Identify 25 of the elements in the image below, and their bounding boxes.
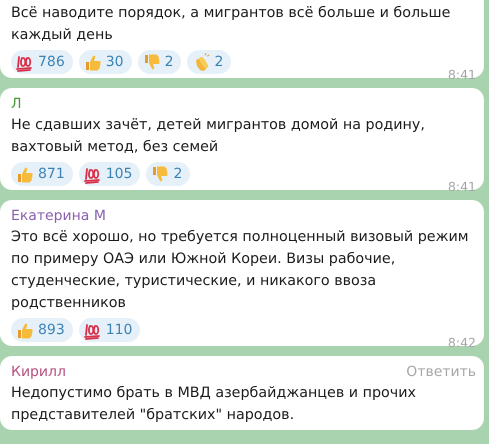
- thumbs-down-icon: [142, 52, 161, 72]
- reaction-button[interactable]: 105: [78, 162, 140, 186]
- reaction-button[interactable]: 2: [146, 162, 190, 186]
- reply-link[interactable]: Ответить: [406, 364, 476, 380]
- thumbs-up-icon: [16, 320, 34, 340]
- message-text: Это всё хорошо, но требуется полноценный визовый режим по примеру ОАЭ или Южной Кореи. Визы рабочие, студенческие, туристические, и никакого ввоза родственников: [11, 228, 470, 313]
- reaction-button[interactable]: 871: [11, 162, 73, 186]
- message-text: Недопустимо брать в МВД азербайджанцев и прочих представителей "братских" народов.: [11, 384, 418, 425]
- reaction-button[interactable]: 30: [78, 50, 132, 74]
- thumbs-down-icon: [151, 164, 170, 184]
- reaction-button[interactable]: 2: [138, 50, 182, 74]
- reaction-button[interactable]: 786: [11, 50, 73, 74]
- thumbs-up-icon: [16, 164, 34, 184]
- author-name: Кирилл: [11, 364, 66, 380]
- message-time: 8:41: [448, 67, 476, 82]
- message-time: 8:41: [448, 179, 476, 194]
- author-name: Л: [11, 96, 22, 112]
- author-name: Екатерина М: [11, 208, 106, 224]
- reaction-button[interactable]: 110: [78, 318, 140, 342]
- message-text: Не сдавших зачёт, детей мигрантов домой на родину, вахтовый метод, без семей: [11, 116, 426, 157]
- reaction-button[interactable]: 893: [11, 318, 73, 342]
- message-time: 8:42: [448, 335, 476, 350]
- message-text: Всё наводите порядок, а мигрантов всё больше и больше каждый день: [11, 4, 452, 45]
- reaction-button[interactable]: 2: [187, 50, 232, 74]
- thumbs-up-icon: [84, 52, 102, 72]
